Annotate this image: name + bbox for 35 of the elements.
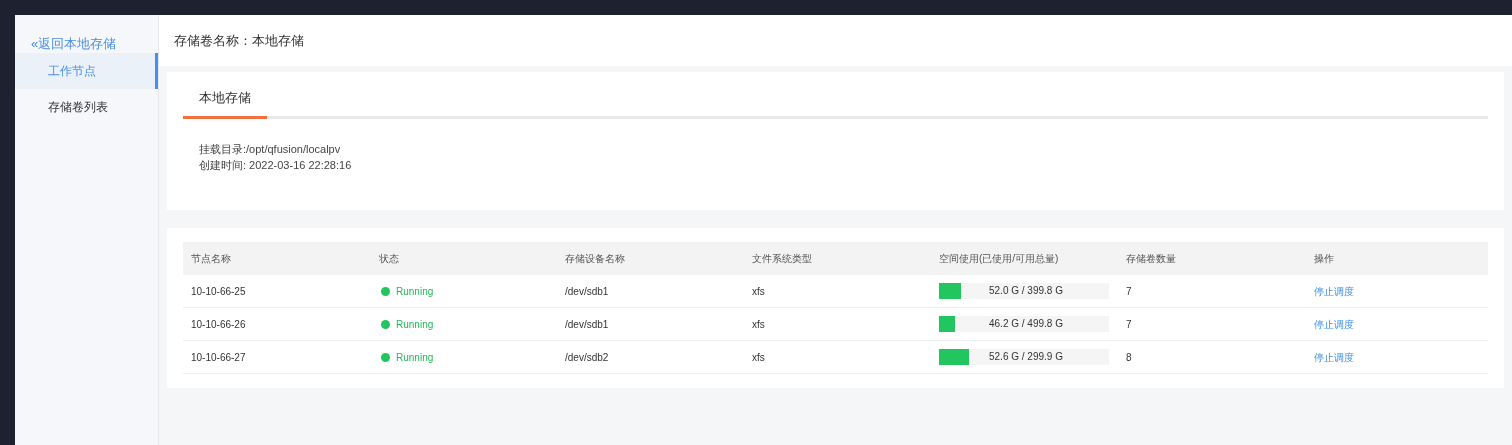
stop-scheduling-link[interactable]: 停止调度 [1306, 316, 1488, 332]
info-text: 挂载目录:/opt/qfusion/localpv [199, 141, 342, 157]
sidebar-item[interactable]: 工作节点 [15, 53, 158, 89]
usage-text: 46.2 G / 499.8 G [989, 317, 1063, 331]
table-cell-text: 10-10-66-26 [190, 317, 247, 332]
table-cell-text: /dev/sdb1 [564, 284, 610, 299]
usage-text: 52.6 G / 299.9 G [989, 350, 1063, 364]
column-header: 状态 [378, 252, 400, 266]
table-cell-text: 8 [1125, 350, 1133, 365]
table-cell-text: 10-10-66-25 [190, 284, 247, 299]
status-text: Running [396, 350, 434, 365]
table-cell-text: xfs [751, 284, 766, 299]
usage-text: 52.0 G / 399.8 G [989, 284, 1063, 298]
status-text: Running [396, 284, 434, 299]
stop-scheduling-link[interactable]: 停止调度 [1306, 349, 1488, 365]
table-cell-text: /dev/sdb2 [564, 350, 610, 365]
stop-scheduling-link[interactable]: 停止调度 [1306, 283, 1488, 299]
column-header: 空间使用(已使用/可用总量) [938, 252, 1060, 266]
column-header: 节点名称 [190, 252, 232, 266]
sidebar-item[interactable]: 存储卷列表 [15, 89, 158, 125]
info-text: 创建时间: 2022-03-16 22:28:16 [199, 157, 353, 173]
tab[interactable]: 本地存储 [183, 88, 267, 119]
table-cell-text: xfs [751, 317, 766, 332]
column-header: 文件系统类型 [751, 252, 813, 266]
status-text: Running [396, 317, 434, 332]
volume-name: 存储卷名称：本地存储 [174, 31, 304, 50]
table-cell-text: 7 [1125, 317, 1133, 332]
column-header: 存储设备名称 [564, 252, 626, 266]
table-cell-text: 7 [1125, 284, 1133, 299]
column-header: 操作 [1313, 252, 1335, 266]
table-cell-text: 10-10-66-27 [190, 350, 247, 365]
table-cell-text: /dev/sdb1 [564, 317, 610, 332]
column-header: 存储卷数量 [1125, 252, 1177, 266]
back-link[interactable]: «返回本地存储 [15, 35, 158, 53]
table-cell-text: xfs [751, 350, 766, 365]
